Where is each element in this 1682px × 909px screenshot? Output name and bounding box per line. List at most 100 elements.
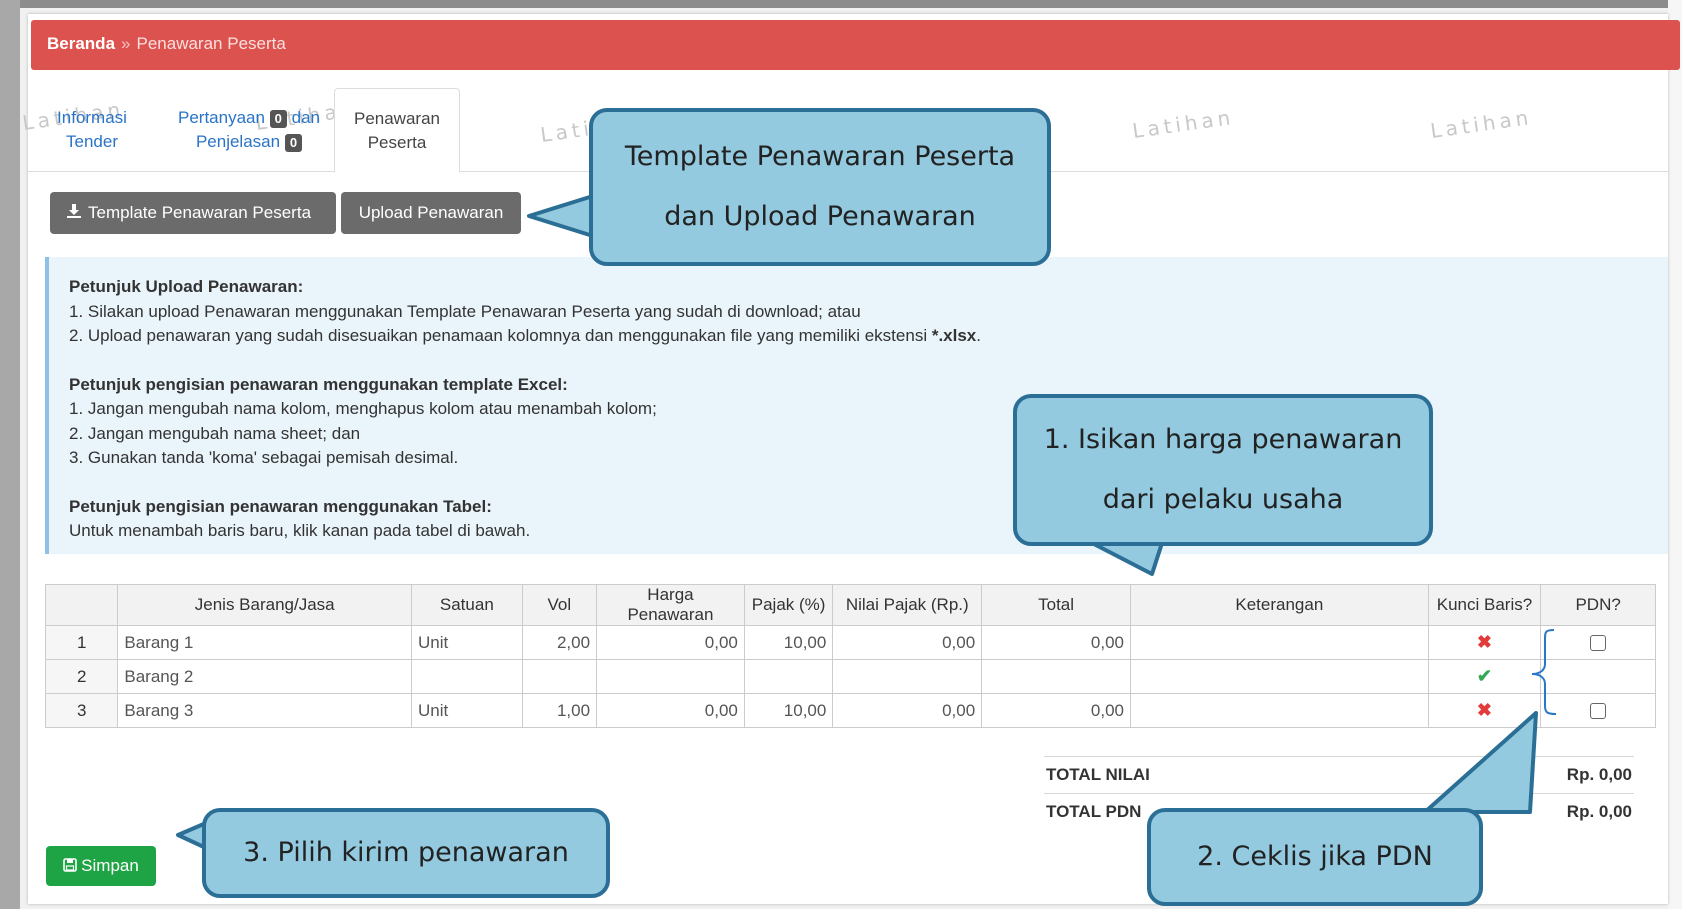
- offer-table: Jenis Barang/Jasa Satuan Vol Harga Penaw…: [44, 584, 1656, 728]
- cell-keterangan[interactable]: [1130, 693, 1429, 728]
- x-icon: ✖: [1476, 700, 1493, 720]
- cell-pdn[interactable]: [1540, 625, 1656, 660]
- download-icon: [66, 193, 82, 235]
- column-header: PDN?: [1540, 584, 1656, 626]
- breadcrumb-separator: »: [121, 34, 131, 53]
- total-pdn-value: Rp. 0,00: [1566, 802, 1632, 821]
- button-label: Template Penawaran Peserta: [88, 203, 312, 222]
- callout-template-upload: Template Penawaran Peserta dan Upload Pe…: [589, 108, 1051, 266]
- cell-pdn: [1540, 659, 1656, 694]
- column-header: Keterangan: [1130, 584, 1429, 626]
- upload-button[interactable]: Upload Penawaran: [341, 192, 521, 234]
- callout-text: dari pelaku usaha: [1102, 484, 1344, 515]
- tab-label: Peserta: [367, 133, 427, 152]
- tab-label: Penjelasan: [195, 132, 281, 151]
- cell-vol[interactable]: 2,00: [521, 625, 598, 660]
- x-icon: ✖: [1476, 632, 1493, 652]
- cell-kunci[interactable]: ✖: [1427, 693, 1542, 728]
- tab-label: dan: [291, 108, 321, 127]
- window-top-edge: [0, 0, 1682, 8]
- cell-harga[interactable]: 0,00: [596, 693, 745, 728]
- table-row: 3 Barang 3 Unit 1,00 0,00 10,00 0,00 0,0…: [44, 693, 1656, 728]
- tab-penawaran-peserta[interactable]: Penawaran Peserta: [334, 88, 460, 173]
- column-header: Nilai Pajak (Rp.): [832, 584, 983, 626]
- column-header: Vol: [521, 584, 598, 626]
- cell-kunci[interactable]: ✔: [1427, 659, 1542, 694]
- row-number: 1: [44, 625, 119, 660]
- tab-informasi-tender[interactable]: Informasi Tender: [46, 88, 138, 172]
- instruction-text: 2. Upload penawaran yang sudah disesuaik…: [69, 326, 932, 345]
- cell-satuan[interactable]: Unit: [411, 625, 523, 660]
- instruction-text: .: [976, 326, 981, 345]
- callout-text: 2. Ceklis jika PDN: [1197, 841, 1433, 872]
- cell-satuan[interactable]: [411, 659, 523, 694]
- tab-pertanyaan-penjelasan[interactable]: Pertanyaan 0 dan Penjelasan 0: [158, 88, 340, 172]
- instruction-line: 1. Silakan upload Penawaran menggunakan …: [69, 301, 861, 321]
- callout-text: Template Penawaran Peserta: [624, 141, 1016, 172]
- cell-harga[interactable]: [596, 659, 745, 694]
- tab-label: Tender: [66, 132, 118, 151]
- pdn-checkbox[interactable]: [1590, 703, 1607, 720]
- column-header: Jenis Barang/Jasa: [117, 584, 413, 626]
- row-number: 3: [44, 693, 119, 728]
- cell-vol[interactable]: [521, 659, 598, 694]
- cell-satuan[interactable]: Unit: [411, 693, 523, 728]
- file-extension: *.xlsx: [931, 326, 977, 345]
- cell-harga[interactable]: 0,00: [596, 625, 745, 660]
- check-icon: ✔: [1476, 666, 1493, 686]
- cell-total: 0,00: [981, 625, 1131, 660]
- window-right-edge: [1668, 0, 1682, 909]
- column-header: Pajak (%): [743, 584, 834, 626]
- column-header: Total: [981, 584, 1131, 626]
- cell-nilai-pajak: 0,00: [832, 693, 983, 728]
- pdn-checkbox[interactable]: [1590, 635, 1607, 652]
- cell-pajak[interactable]: 10,00: [743, 625, 834, 660]
- count-badge: 0: [269, 110, 287, 128]
- column-header: [44, 584, 119, 626]
- cell-jenis[interactable]: Barang 2: [117, 659, 413, 694]
- breadcrumb-current: Penawaran Peserta: [136, 34, 286, 53]
- cell-pajak[interactable]: [743, 659, 834, 694]
- breadcrumb: Beranda » Penawaran Peserta: [31, 20, 1680, 70]
- cell-kunci[interactable]: ✖: [1427, 625, 1542, 660]
- total-pdn-label: TOTAL PDN: [1046, 802, 1142, 821]
- total-nilai-row: TOTAL NILAI Rp. 0,00: [1044, 756, 1634, 793]
- cell-total: 0,00: [981, 693, 1131, 728]
- callout-kirim-penawaran: 3. Pilih kirim penawaran: [202, 808, 610, 898]
- total-nilai-label: TOTAL NILAI: [1046, 765, 1150, 784]
- button-label: Simpan: [81, 856, 139, 875]
- tab-label: Informasi: [57, 108, 127, 127]
- cell-keterangan[interactable]: [1130, 625, 1429, 660]
- cell-pajak[interactable]: 10,00: [743, 693, 834, 728]
- cell-keterangan[interactable]: [1130, 659, 1429, 694]
- table-row: 1 Barang 1 Unit 2,00 0,00 10,00 0,00 0,0…: [44, 625, 1656, 660]
- count-badge: 0: [284, 134, 303, 152]
- cell-pdn[interactable]: [1540, 693, 1656, 728]
- column-header: Kunci Baris?: [1427, 584, 1542, 626]
- instruction-line: 2. Upload penawaran yang sudah disesuaik…: [69, 324, 1648, 349]
- callout-ceklis-pdn: 2. Ceklis jika PDN: [1147, 808, 1483, 906]
- row-number: 2: [44, 659, 119, 694]
- cell-jenis[interactable]: Barang 3: [117, 693, 413, 728]
- total-nilai-value: Rp. 0,00: [1566, 765, 1632, 784]
- table-row: 2 Barang 2 ✔: [44, 659, 1656, 694]
- callout-text: 1. Isikan harga penawaran: [1043, 424, 1403, 455]
- callout-isi-harga: 1. Isikan harga penawaran dari pelaku us…: [1013, 394, 1433, 546]
- callout-text: dan Upload Penawaran: [664, 201, 976, 232]
- template-download-button[interactable]: Template Penawaran Peserta: [50, 192, 336, 234]
- window-left-edge: [0, 0, 20, 909]
- column-header: Harga Penawaran: [596, 584, 745, 626]
- cell-total: [981, 659, 1131, 694]
- instruction-heading: Petunjuk Upload Penawaran:: [69, 277, 304, 296]
- cell-vol[interactable]: 1,00: [521, 693, 598, 728]
- table-header-row: Jenis Barang/Jasa Satuan Vol Harga Penaw…: [44, 584, 1656, 626]
- callout-text: 3. Pilih kirim penawaran: [243, 837, 569, 868]
- cell-nilai-pajak: 0,00: [832, 625, 983, 660]
- tab-label: Penawaran: [353, 109, 440, 128]
- cell-jenis[interactable]: Barang 1: [117, 625, 413, 660]
- simpan-button[interactable]: Simpan: [46, 846, 156, 886]
- breadcrumb-home-link[interactable]: Beranda: [47, 34, 115, 53]
- save-icon: [63, 847, 77, 887]
- cell-nilai-pajak: [832, 659, 983, 694]
- column-header: Satuan: [411, 584, 523, 626]
